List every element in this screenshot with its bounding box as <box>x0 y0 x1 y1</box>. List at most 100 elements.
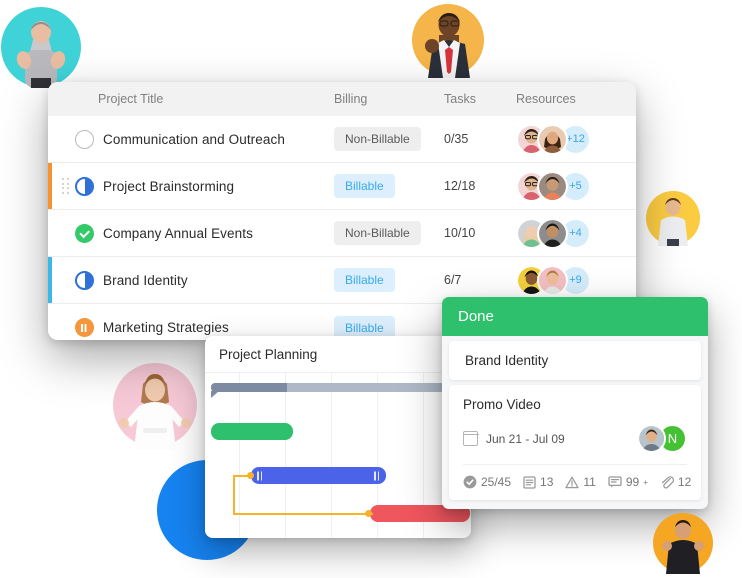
avatar-bottom-right-art <box>653 513 713 574</box>
row-title-cell: Communication and Outreach <box>48 129 334 149</box>
row-accent-bar <box>48 257 52 303</box>
table-header-row: Project Title Billing Tasks Resources <box>48 82 636 116</box>
avatar-man-in-suit <box>410 2 486 78</box>
stat-notes-value: 13 <box>540 475 554 489</box>
task-stats-row: 25/45 13 11 99 + 12 <box>463 464 691 489</box>
gantt-bar-green[interactable] <box>211 423 293 440</box>
project-title[interactable]: Project Brainstorming <box>103 179 234 194</box>
avatar-man-black-shirt <box>652 512 714 574</box>
gantt-bar-blue[interactable] <box>251 467 386 484</box>
project-title[interactable]: Communication and Outreach <box>103 132 285 147</box>
stat-notes[interactable]: 13 <box>523 475 553 489</box>
column-header-resources[interactable]: Resources <box>516 92 626 106</box>
paperclip-icon <box>661 476 674 489</box>
gantt-bar-resize-left[interactable] <box>257 471 263 480</box>
avatar-man-thumbs-up <box>0 6 82 88</box>
parent-task-card[interactable]: Brand Identity <box>449 341 701 380</box>
project-title[interactable]: Brand Identity <box>103 273 188 288</box>
row-tasks-count: 6/7 <box>444 273 462 287</box>
row-resources-cell: +9 <box>516 264 626 296</box>
table-row[interactable]: Project Brainstorming Billable 12/18 +5 <box>48 163 636 210</box>
row-tasks-count: 12/18 <box>444 179 476 193</box>
avatar-top-center-art <box>412 4 484 78</box>
task-meta-row: Jun 21 - Jul 09 N <box>462 424 687 453</box>
task-card[interactable]: Promo Video Jun 21 - Jul 09 N 25/45 13 1… <box>449 385 701 500</box>
column-header-project-title[interactable]: Project Title <box>48 92 334 106</box>
status-in-progress-icon[interactable] <box>75 270 94 290</box>
gantt-timeline[interactable] <box>205 373 471 538</box>
gantt-title: Project Planning <box>205 336 471 373</box>
row-tasks-count: 10/10 <box>444 226 476 240</box>
billing-badge[interactable]: Non-Billable <box>334 127 421 151</box>
stat-comments-value: 99 <box>625 475 640 489</box>
billing-badge[interactable]: Billable <box>334 268 395 292</box>
gantt-summary-remainder <box>287 383 445 392</box>
row-resources-cell: +12 <box>516 123 626 155</box>
column-header-billing[interactable]: Billing <box>334 92 444 106</box>
status-in-progress-icon[interactable] <box>75 176 94 196</box>
table-row[interactable]: Communication and Outreach Non-Billable … <box>48 116 636 163</box>
avatar[interactable] <box>537 170 568 202</box>
gantt-bar-resize-right[interactable] <box>374 471 380 480</box>
row-title-cell: Marketing Strategies <box>48 318 334 337</box>
gantt-dependency-link <box>233 475 235 515</box>
row-title-cell: Project Brainstorming <box>48 176 334 196</box>
row-resources-cell: +4 <box>516 217 626 249</box>
gantt-chart-card: Project Planning <box>205 336 471 538</box>
status-completed-icon[interactable] <box>75 223 94 243</box>
stat-attachments[interactable]: 12 <box>660 475 691 489</box>
row-billing-cell: Non-Billable <box>334 221 444 245</box>
stat-issues[interactable]: 11 <box>565 475 596 489</box>
notes-icon <box>523 475 536 489</box>
gantt-dependency-link <box>233 513 373 515</box>
drag-handle-icon[interactable] <box>62 178 71 194</box>
kanban-done-card: Done Brand Identity Promo Video Jun 21 -… <box>442 297 708 509</box>
composition-stage: Project Title Billing Tasks Resources Co… <box>0 0 742 578</box>
gantt-link-node[interactable] <box>365 510 372 517</box>
row-accent-bar <box>48 163 52 209</box>
stat-attachments-value: 12 <box>677 475 692 489</box>
row-billing-cell: Billable <box>334 174 444 198</box>
billing-badge[interactable]: Non-Billable <box>334 221 421 245</box>
project-title[interactable]: Marketing Strategies <box>103 320 229 335</box>
status-not-started-icon[interactable] <box>75 129 94 149</box>
avatar[interactable] <box>537 123 568 155</box>
task-date-range: Jun 21 - Jul 09 <box>462 431 565 446</box>
avatar-man-casual <box>645 190 701 246</box>
comment-icon <box>608 476 622 488</box>
gantt-link-node[interactable] <box>247 472 254 479</box>
avatar[interactable] <box>537 217 568 249</box>
row-billing-cell: Billable <box>334 268 444 292</box>
gantt-summary-progress <box>211 383 287 392</box>
check-circle-icon <box>463 475 477 489</box>
project-title[interactable]: Company Annual Events <box>103 226 253 241</box>
calendar-icon <box>462 431 479 446</box>
gantt-summary-bar[interactable] <box>211 383 445 398</box>
kanban-column-title[interactable]: Done <box>442 297 708 336</box>
row-tasks-count: 0/35 <box>444 132 469 146</box>
stat-comments[interactable]: 99 + <box>608 475 648 489</box>
avatar-mid-right-art <box>646 191 700 246</box>
row-title-cell: Brand Identity <box>48 270 334 290</box>
task-assignees: N <box>637 424 687 453</box>
warning-triangle-icon <box>565 476 580 488</box>
avatar-top-left-art <box>1 7 81 88</box>
avatar[interactable] <box>537 264 568 296</box>
status-paused-icon[interactable] <box>75 318 94 337</box>
task-title: Promo Video <box>463 397 541 412</box>
avatar[interactable] <box>637 424 666 453</box>
avatar-bottom-left-art <box>113 363 197 450</box>
stat-issues-value: 11 <box>583 475 596 489</box>
stat-comments-suffix: + <box>643 477 648 487</box>
column-header-tasks[interactable]: Tasks <box>444 92 516 106</box>
parent-task-title: Brand Identity <box>465 353 549 368</box>
billing-badge[interactable]: Billable <box>334 174 395 198</box>
row-resources-cell: +5 <box>516 170 626 202</box>
table-row[interactable]: Company Annual Events Non-Billable 10/10… <box>48 210 636 257</box>
stat-subtasks-value: 25/45 <box>481 475 512 489</box>
stat-subtasks[interactable]: 25/45 <box>463 475 511 489</box>
date-range-label: Jun 21 - Jul 09 <box>486 431 565 446</box>
row-billing-cell: Non-Billable <box>334 127 444 151</box>
avatar-woman-celebrating <box>110 360 200 450</box>
row-title-cell: Company Annual Events <box>48 223 334 243</box>
